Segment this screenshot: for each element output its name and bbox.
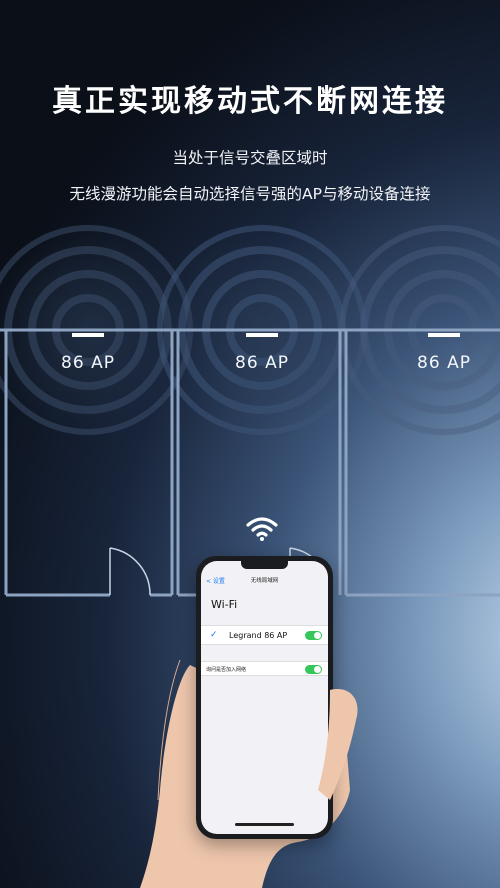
thumb-illustration xyxy=(318,689,358,800)
